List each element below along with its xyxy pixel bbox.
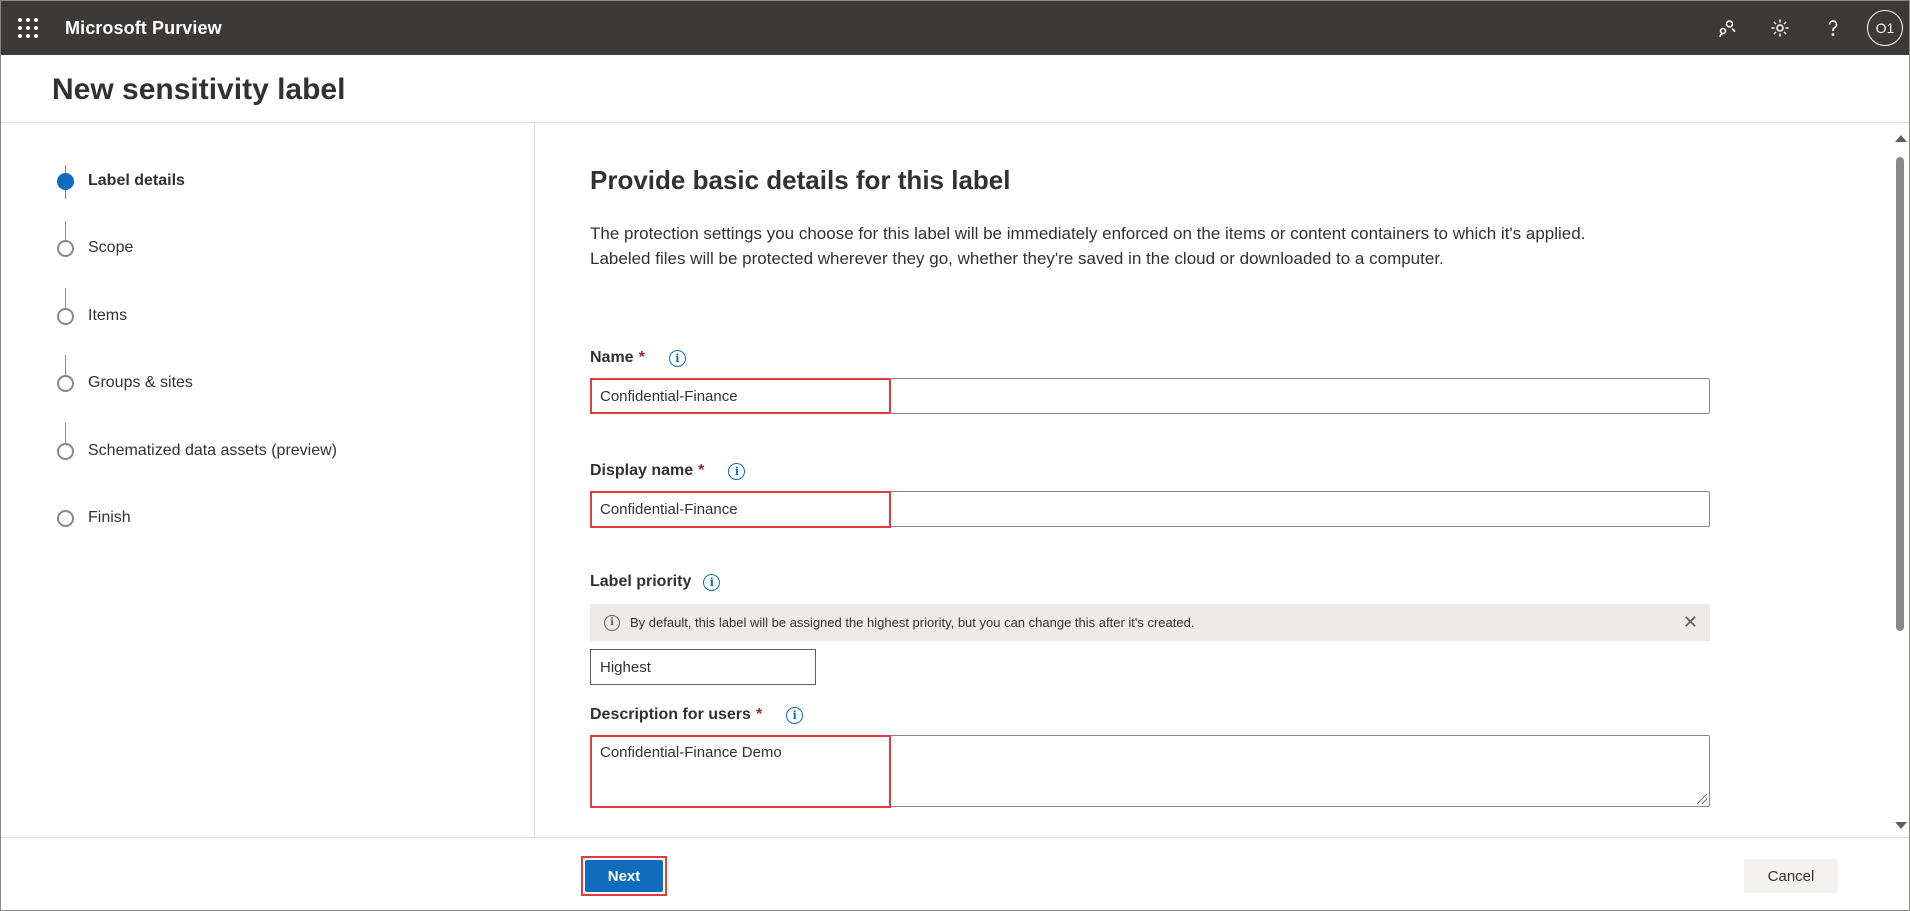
name-highlight	[590, 378, 891, 414]
step-schematized-data-assets[interactable]: Schematized data assets (preview)	[57, 439, 337, 463]
info-icon: i	[604, 614, 620, 631]
intro-text: The protection settings you choose for t…	[590, 221, 1730, 271]
required-marker: *	[638, 349, 645, 366]
next-highlight	[581, 856, 667, 896]
app-frame: Microsoft Purview O1 New sensitivity lab…	[0, 0, 1910, 911]
display-name-label: Display name * i	[590, 462, 746, 480]
step-pending-icon	[57, 509, 74, 527]
page-title: New sensitivity label	[52, 73, 346, 106]
label-priority-value: Highest	[590, 649, 816, 685]
step-groups-sites[interactable]: Groups & sites	[57, 371, 193, 395]
cancel-button[interactable]: Cancel	[1744, 859, 1838, 893]
required-marker: *	[755, 706, 763, 723]
main-scrollbar[interactable]	[1891, 131, 1909, 837]
name-label: Name * i	[590, 349, 686, 367]
step-finish[interactable]: Finish	[57, 506, 131, 530]
intro-line: Labeled files will be protected wherever…	[590, 249, 1444, 268]
label-priority-label-text: Label priority	[590, 573, 692, 590]
priority-notice-text: By default, this label will be assigned …	[630, 615, 1195, 630]
display-name-highlight	[590, 491, 891, 528]
name-label-text: Name	[590, 349, 634, 366]
step-items[interactable]: Items	[57, 304, 127, 328]
wizard-steps: Label details Scope Items Groups & sites…	[1, 123, 535, 837]
community-icon[interactable]	[1700, 1, 1753, 55]
step-label-details[interactable]: Label details	[57, 169, 185, 193]
main-content: Provide basic details for this label The…	[536, 123, 1891, 837]
label-priority-label: Label priority i	[590, 573, 721, 591]
description-highlight	[590, 735, 891, 808]
scroll-down-icon[interactable]	[1895, 822, 1907, 829]
info-icon[interactable]: i	[786, 706, 804, 724]
intro-line: The protection settings you choose for t…	[590, 224, 1586, 243]
display-name-label-text: Display name	[590, 462, 694, 479]
close-icon[interactable]: ✕	[1683, 612, 1698, 633]
step-pending-icon	[57, 442, 74, 460]
step-label: Groups & sites	[88, 374, 193, 391]
step-label: Finish	[88, 509, 131, 526]
step-label: Scope	[88, 239, 134, 256]
avatar[interactable]: O1	[1867, 10, 1903, 46]
footer: Next Cancel	[1, 837, 1909, 910]
required-marker: *	[698, 462, 705, 479]
step-current-icon	[57, 172, 74, 190]
step-label: Schematized data assets (preview)	[88, 442, 337, 459]
page-header: New sensitivity label	[1, 55, 1909, 123]
scroll-up-icon[interactable]	[1895, 135, 1907, 142]
settings-icon[interactable]	[1753, 1, 1806, 55]
step-label: Items	[88, 307, 128, 324]
description-label: Description for users * i	[590, 706, 804, 724]
step-scope[interactable]: Scope	[57, 236, 133, 260]
info-icon[interactable]: i	[728, 462, 746, 480]
description-label-text: Description for users	[590, 706, 751, 723]
step-pending-icon	[57, 239, 74, 257]
top-bar: Microsoft Purview O1	[1, 1, 1909, 55]
priority-notice-bar: i By default, this label will be assigne…	[590, 604, 1710, 641]
step-pending-icon	[57, 374, 74, 392]
waffle-icon[interactable]	[15, 15, 41, 41]
help-icon[interactable]	[1806, 1, 1859, 55]
section-title: Provide basic details for this label	[590, 165, 1011, 195]
info-icon[interactable]: i	[703, 573, 721, 591]
step-pending-icon	[57, 307, 74, 325]
info-icon[interactable]: i	[668, 349, 686, 367]
resize-grip-icon[interactable]	[1697, 794, 1707, 804]
label-priority-value-text: Highest	[600, 658, 651, 676]
step-label: Label details	[88, 172, 185, 189]
app-title[interactable]: Microsoft Purview	[65, 18, 222, 39]
top-bar-actions: O1	[1700, 1, 1909, 55]
scroll-thumb[interactable]	[1896, 157, 1904, 631]
